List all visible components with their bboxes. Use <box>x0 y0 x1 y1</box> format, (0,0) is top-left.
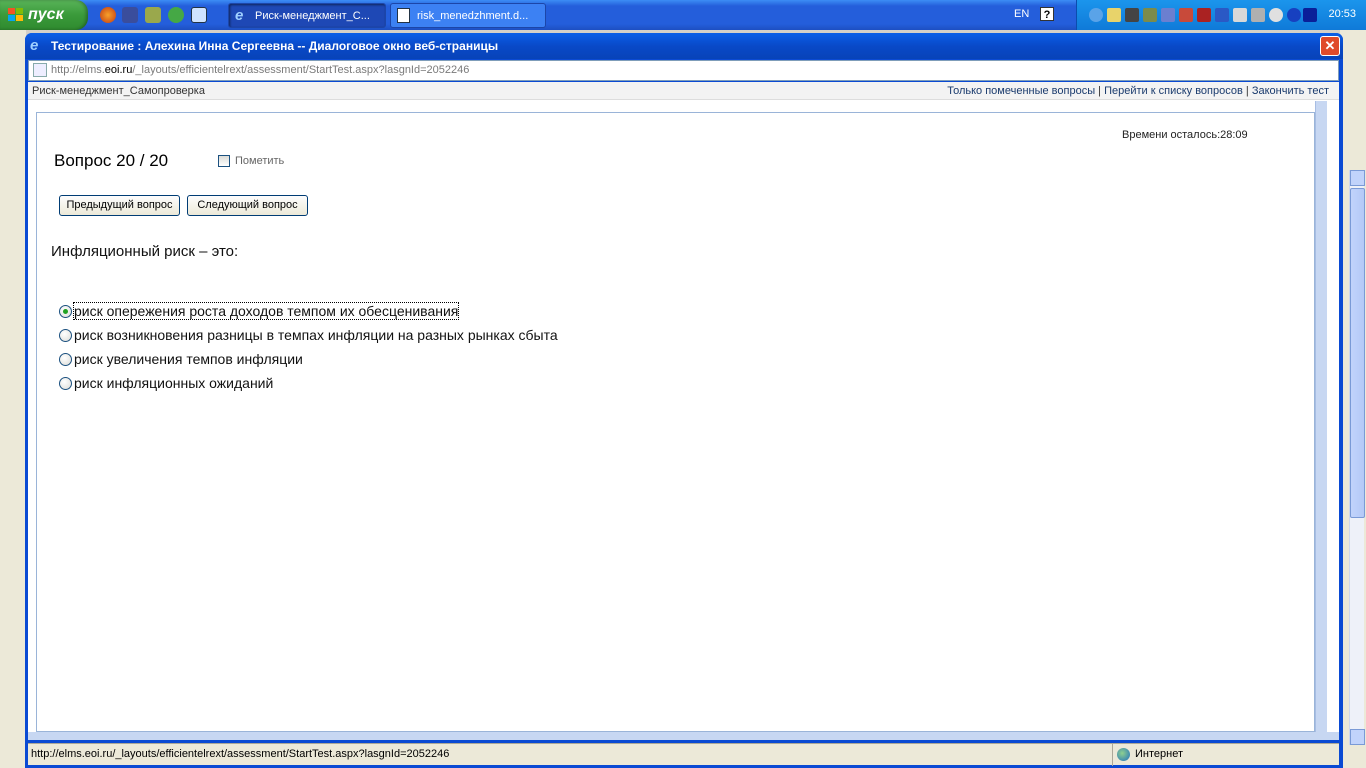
help-icon[interactable]: ? <box>1040 7 1054 21</box>
flagged-only-link[interactable]: Только помеченные вопросы <box>947 85 1095 97</box>
taskbar-window-label: Риск-менеджмент_С... <box>255 10 370 22</box>
zone-label: Интернет <box>1135 748 1183 760</box>
address-path: /_layouts/efficientelrext/assessment/Sta… <box>132 64 470 76</box>
start-label: пуск <box>28 6 64 23</box>
scroll-up-button[interactable] <box>1350 170 1365 186</box>
status-url: http://elms.eoi.ru/_layouts/efficientelr… <box>31 748 450 760</box>
ie-icon: e <box>235 7 244 24</box>
finish-test-link[interactable]: Закончить тест <box>1252 85 1329 97</box>
question-text: Инфляционный риск – это: <box>51 243 239 260</box>
radio-selected-dot <box>63 309 68 314</box>
web-dialog-window: e Тестирование : Алехина Инна Сергеевна … <box>25 33 1343 768</box>
test-nav-links: Только помеченные вопросы | Перейти к сп… <box>947 82 1329 100</box>
antivirus-tray-icon[interactable] <box>1197 8 1211 22</box>
frame-bottom-border <box>28 732 1339 740</box>
utorrent-icon[interactable] <box>168 7 184 23</box>
security-zone: Интернет <box>1112 744 1339 766</box>
dialog-title: Тестирование : Алехина Инна Сергеевна --… <box>51 39 499 53</box>
globe-icon <box>1117 748 1130 761</box>
nav-separator: | <box>1095 85 1105 97</box>
ie-icon: e <box>30 37 39 54</box>
document-icon <box>397 8 410 23</box>
question-frame: Времени осталось:28:09 Вопрос 20 / 20 По… <box>36 112 1315 732</box>
radio-button[interactable] <box>59 353 72 366</box>
address-host: eoi.ru <box>104 64 133 76</box>
blue-square-tray-icon[interactable] <box>1303 8 1317 22</box>
square-tray-icon[interactable] <box>1125 8 1139 22</box>
radio-button[interactable] <box>59 377 72 390</box>
close-button[interactable]: ✕ <box>1320 36 1340 56</box>
time-remaining: Времени осталось:28:09 <box>1122 129 1248 141</box>
ie-tray-icon[interactable] <box>1089 8 1103 22</box>
network-tray-icon[interactable] <box>1179 8 1193 22</box>
taskbar-window-word[interactable]: risk_menedzhment.d... <box>390 3 546 28</box>
answer-option-label[interactable]: риск опережения роста доходов темпом их … <box>72 302 460 320</box>
app-tray-icon[interactable] <box>1143 8 1157 22</box>
question-list-link[interactable]: Перейти к списку вопросов <box>1104 85 1243 97</box>
background-scrollbar[interactable] <box>1349 170 1365 745</box>
desktop-icon[interactable] <box>191 7 207 23</box>
answer-option-label[interactable]: риск возникновения разницы в темпах инфл… <box>74 327 558 343</box>
next-question-button[interactable]: Следующий вопрос <box>187 195 308 216</box>
address-prefix: http://elms. <box>51 64 105 76</box>
volume-tray-icon[interactable] <box>1233 8 1247 22</box>
answer-option-label[interactable]: риск увеличения темпов инфляции <box>74 351 303 367</box>
system-tray: 20:53 <box>1076 0 1366 30</box>
clock-tray-icon[interactable] <box>1269 8 1283 22</box>
answer-option-label[interactable]: риск инфляционных ожиданий <box>74 375 273 391</box>
radio-button[interactable] <box>59 305 72 318</box>
start-button[interactable]: пуск <box>0 0 88 30</box>
previous-question-button[interactable]: Предыдущий вопрос <box>59 195 180 216</box>
windows-logo-icon <box>8 8 23 21</box>
taskbar-window-label: risk_menedzhment.d... <box>417 10 529 22</box>
mark-question-label[interactable]: Пометить <box>235 155 284 167</box>
clock: 20:53 <box>1328 8 1356 20</box>
save-icon[interactable] <box>122 7 138 23</box>
course-title: Риск-менеджмент_Самопроверка <box>32 85 205 97</box>
bluetooth-icon[interactable] <box>1287 8 1301 22</box>
nav-separator: | <box>1242 85 1252 97</box>
dialog-titlebar[interactable]: e Тестирование : Алехина Инна Сергеевна … <box>25 33 1343 59</box>
network-icon[interactable] <box>145 7 161 23</box>
dialog-content: Риск-менеджмент_Самопроверка Только поме… <box>28 82 1339 740</box>
bluetooth-tray-icon[interactable] <box>1215 8 1229 22</box>
scroll-thumb[interactable] <box>1350 188 1365 518</box>
taskbar-window-ie[interactable]: e Риск-менеджмент_С... <box>228 3 386 28</box>
mark-question-checkbox[interactable] <box>218 155 230 167</box>
firefox-icon[interactable] <box>100 7 116 23</box>
address-bar: http://elms.eoi.ru/_layouts/efficientelr… <box>28 60 1339 81</box>
page-icon <box>33 63 47 77</box>
monitor-tray-icon[interactable] <box>1161 8 1175 22</box>
scroll-down-button[interactable] <box>1350 729 1365 745</box>
radio-button[interactable] <box>59 329 72 342</box>
course-header: Риск-менеджмент_Самопроверка Только поме… <box>28 82 1339 100</box>
folder-tray-icon[interactable] <box>1107 8 1121 22</box>
background-browser-left <box>0 30 26 768</box>
question-number: Вопрос 20 / 20 <box>54 151 169 170</box>
frame-scrollbar[interactable] <box>1315 101 1327 740</box>
display-tray-icon[interactable] <box>1251 8 1265 22</box>
status-bar: http://elms.eoi.ru/_layouts/efficientelr… <box>28 743 1339 766</box>
language-indicator[interactable]: EN <box>1014 8 1029 20</box>
taskbar: пуск e Риск-менеджмент_С... risk_menedzh… <box>0 0 1366 30</box>
